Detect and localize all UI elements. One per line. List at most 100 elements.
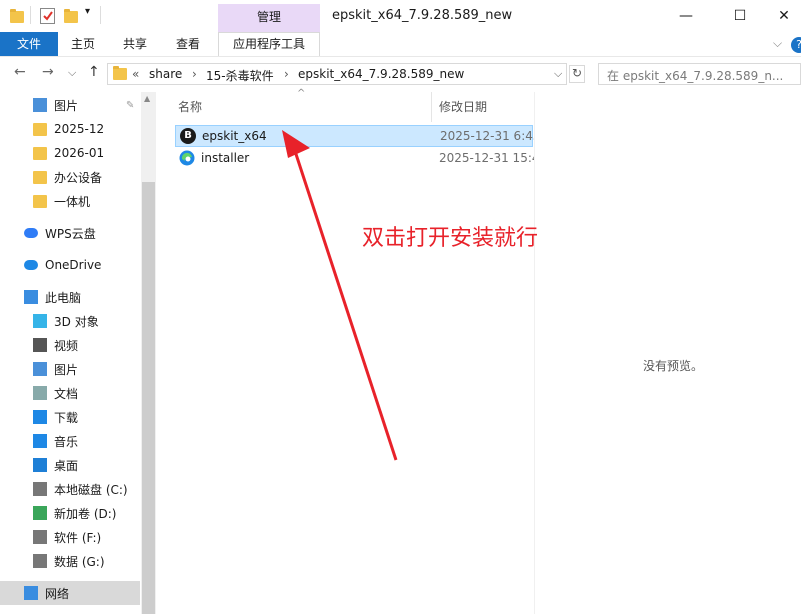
sort-indicator-icon: ^ xyxy=(297,88,306,99)
folder-icon xyxy=(33,194,47,208)
sidebar-item-label: 一体机 xyxy=(54,194,91,209)
breadcrumb-separator[interactable]: › xyxy=(284,67,289,81)
sidebar-item-label: 软件 (F:) xyxy=(54,530,102,545)
3d-objects-icon xyxy=(33,314,47,328)
sidebar-item[interactable]: 此电脑 xyxy=(0,285,140,309)
video-icon xyxy=(33,338,47,352)
folder-icon[interactable] xyxy=(10,8,24,24)
file-date: 2025-12-31 15:4 xyxy=(439,151,540,165)
close-button[interactable]: ✕ xyxy=(761,0,801,32)
onedrive-icon xyxy=(24,260,38,270)
help-icon[interactable]: ? xyxy=(791,37,801,53)
recent-locations-icon[interactable]: ⌵ xyxy=(68,66,76,80)
divider xyxy=(30,6,31,24)
breadcrumb-antivirus[interactable]: 15-杀毒软件 xyxy=(206,67,274,84)
download-icon xyxy=(33,410,47,424)
sidebar-item-label: 此电脑 xyxy=(45,290,82,305)
column-divider[interactable] xyxy=(431,92,432,122)
sidebar-item[interactable]: 下载 xyxy=(0,405,140,429)
pin-icon[interactable]: ✎ xyxy=(126,100,134,111)
music-icon xyxy=(33,434,47,448)
tab-home[interactable]: 主页 xyxy=(71,32,95,56)
ribbon-tab-bar xyxy=(0,32,801,56)
column-header-date[interactable]: 修改日期 xyxy=(439,98,487,115)
sidebar-item[interactable]: 数据 (G:) xyxy=(0,549,140,573)
epskit-app-icon: B xyxy=(180,128,196,144)
sidebar-item[interactable]: WPS云盘 xyxy=(0,221,140,245)
folder-icon xyxy=(33,170,47,184)
sidebar-item-label: 桌面 xyxy=(54,458,79,473)
up-button[interactable]: ↑ xyxy=(88,64,100,80)
folder-icon xyxy=(113,66,127,83)
sidebar-item[interactable]: 文档 xyxy=(0,381,140,405)
sidebar-item[interactable]: 2026-01 xyxy=(0,141,140,165)
sidebar-item-label: WPS云盘 xyxy=(45,226,96,241)
sidebar-item-label: 2025-12 xyxy=(54,122,105,136)
sidebar-item-label: 图片 xyxy=(54,98,79,113)
tab-share[interactable]: 共享 xyxy=(123,32,147,56)
sidebar-item[interactable]: 新加卷 (D:) xyxy=(0,501,140,525)
ribbon-collapse-icon[interactable]: ⌵ xyxy=(773,36,782,51)
breadcrumb-overflow[interactable]: « xyxy=(132,67,139,81)
address-dropdown-icon[interactable]: ⌵ xyxy=(554,67,562,81)
sidebar-item[interactable]: 软件 (F:) xyxy=(0,525,140,549)
sidebar-item-label: OneDrive xyxy=(45,258,102,272)
back-button[interactable]: ← xyxy=(14,64,26,80)
file-name: epskit_x64 xyxy=(202,129,267,143)
folder-icon xyxy=(33,122,47,136)
maximize-button[interactable]: ☐ xyxy=(717,0,763,32)
address-bar[interactable]: « share › 15-杀毒软件 › epskit_x64_7.9.28.58… xyxy=(107,63,567,85)
file-date: 2025-12-31 6:45 xyxy=(440,129,541,143)
refresh-button[interactable]: ↻ xyxy=(569,65,585,83)
folder-icon xyxy=(33,146,47,160)
sidebar-item-label: 数据 (G:) xyxy=(54,554,105,569)
sidebar-item[interactable]: 图片 ✎ xyxy=(0,93,140,117)
sidebar-item[interactable]: OneDrive xyxy=(0,253,140,277)
quick-access-dropdown-icon[interactable]: ▾ xyxy=(85,6,90,17)
desktop-icon xyxy=(33,458,47,472)
sidebar-item[interactable]: 图片 xyxy=(0,357,140,381)
sidebar-item[interactable]: 3D 对象 xyxy=(0,309,140,333)
sidebar-item-label: 音乐 xyxy=(54,434,79,449)
computer-icon xyxy=(24,290,38,304)
sidebar-item-label: 3D 对象 xyxy=(54,314,99,329)
preview-pane xyxy=(534,92,801,614)
network-icon xyxy=(24,586,38,600)
sidebar-item[interactable]: 一体机 xyxy=(0,189,140,213)
sidebar-item[interactable]: 网络 xyxy=(0,581,140,605)
sidebar-item[interactable]: 2025-12 xyxy=(0,117,140,141)
sidebar-item[interactable]: 办公设备 xyxy=(0,165,140,189)
tab-view[interactable]: 查看 xyxy=(176,32,200,56)
no-preview-text: 没有预览。 xyxy=(643,359,704,373)
breadcrumb-separator[interactable]: › xyxy=(192,67,197,81)
minimize-button[interactable]: — xyxy=(663,0,709,32)
edge-installer-icon xyxy=(179,150,195,166)
search-input[interactable]: 在 epskit_x64_7.9.28.589_n... xyxy=(598,63,801,85)
breadcrumb-share[interactable]: share xyxy=(149,67,182,81)
scroll-up-icon[interactable]: ▲ xyxy=(144,94,150,103)
sidebar-item-label: 办公设备 xyxy=(54,170,103,185)
documents-icon xyxy=(33,386,47,400)
cloud-icon xyxy=(24,228,38,238)
sidebar-item[interactable]: 桌面 xyxy=(0,453,140,477)
sidebar-item[interactable]: 本地磁盘 (C:) xyxy=(0,477,140,501)
sidebar-item[interactable]: 视频 xyxy=(0,333,140,357)
drive-g-icon xyxy=(33,554,47,568)
nav-scrollbar-thumb[interactable] xyxy=(142,182,155,614)
drive-f-icon xyxy=(33,530,47,544)
sidebar-item-label: 2026-01 xyxy=(54,146,105,160)
breadcrumb-current[interactable]: epskit_x64_7.9.28.589_new xyxy=(298,67,464,81)
forward-button[interactable]: → xyxy=(42,64,54,80)
window-title: epskit_x64_7.9.28.589_new xyxy=(332,8,513,23)
properties-icon[interactable] xyxy=(40,8,55,24)
tab-file[interactable]: 文件 xyxy=(0,32,58,56)
file-name: installer xyxy=(201,151,250,165)
sidebar-item-label: 网络 xyxy=(45,586,70,601)
tab-application-tools[interactable]: 应用程序工具 xyxy=(218,32,320,56)
new-folder-icon[interactable] xyxy=(64,8,78,24)
sidebar-item-label: 图片 xyxy=(54,362,79,377)
column-header-name[interactable]: 名称 xyxy=(178,98,202,115)
sidebar-item[interactable]: 音乐 xyxy=(0,429,140,453)
pictures-icon xyxy=(33,362,47,376)
context-tab-manage[interactable]: 管理 xyxy=(218,4,320,33)
